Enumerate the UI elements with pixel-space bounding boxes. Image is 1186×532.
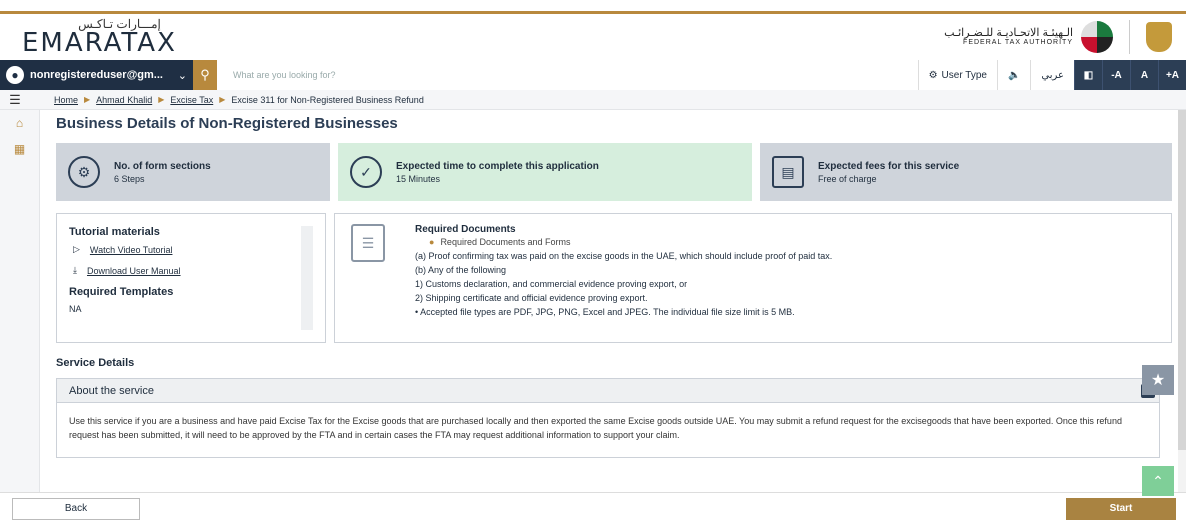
breadcrumb-home[interactable]: Home bbox=[54, 95, 78, 105]
form-sections-card: ⚙ No. of form sections 6 Steps bbox=[56, 143, 330, 201]
expected-time-card: ✓ Expected time to complete this applica… bbox=[338, 143, 752, 201]
scroll-top-icon[interactable]: ⌃ bbox=[1142, 466, 1174, 496]
divider bbox=[1129, 20, 1130, 54]
scrollbar-thumb[interactable] bbox=[1178, 110, 1186, 450]
expected-fees-value: Free of charge bbox=[818, 173, 877, 184]
start-button[interactable]: Start bbox=[1066, 497, 1176, 520]
user-type-label: User Type bbox=[941, 69, 987, 81]
top-navbar: ● nonregistereduser@gm... ⌄ ⚲ ⚙ User Typ… bbox=[0, 60, 1186, 90]
uae-emblem-icon bbox=[1146, 22, 1172, 52]
documents-bullet-text: Required Documents and Forms bbox=[440, 237, 571, 247]
about-service-accordion: About the service ⌄ Use this service if … bbox=[56, 378, 1160, 458]
gear-icon: ⚙ bbox=[928, 69, 938, 81]
breadcrumb-arrow-icon: ▶ bbox=[219, 95, 226, 104]
play-icon: ▷ bbox=[73, 244, 80, 254]
document-line: • Accepted file types are PDF, JPG, PNG,… bbox=[415, 307, 795, 317]
money-icon: ▤ bbox=[772, 156, 804, 188]
breadcrumb-current: Excise 311 for Non-Registered Business R… bbox=[231, 94, 424, 105]
document-line: (b) Any of the following bbox=[415, 265, 507, 275]
search-icon[interactable]: ⚲ bbox=[193, 60, 217, 90]
document-icon: ☰ bbox=[351, 224, 385, 262]
font-decrease-button[interactable]: -A bbox=[1102, 60, 1130, 90]
contrast-icon[interactable]: ◧ bbox=[1074, 60, 1102, 90]
fta-logo-icon bbox=[1081, 21, 1113, 53]
back-button[interactable]: Back bbox=[12, 497, 140, 520]
watch-video-link[interactable]: ▷ Watch Video Tutorial bbox=[69, 244, 313, 255]
download-manual-link[interactable]: ⤓ Download User Manual bbox=[69, 265, 313, 276]
hamburger-menu-icon[interactable]: ☰ bbox=[0, 92, 30, 108]
watch-video-text[interactable]: Watch Video Tutorial bbox=[90, 245, 173, 255]
download-manual-text[interactable]: Download User Manual bbox=[87, 266, 181, 276]
breadcrumb-bar: ☰ Home ▶ Ahmad Khalid ▶ Excise Tax ▶ Exc… bbox=[0, 90, 1186, 110]
download-icon: ⤓ bbox=[73, 265, 77, 275]
tutorial-panel: Tutorial materials ▷ Watch Video Tutoria… bbox=[56, 213, 326, 343]
logo-english-text: EMARATAX bbox=[22, 28, 177, 58]
font-increase-button[interactable]: +A bbox=[1158, 60, 1186, 90]
clock-icon: ✓ bbox=[350, 156, 382, 188]
tutorial-scrollbar[interactable] bbox=[301, 226, 313, 330]
service-summary: ⚙ No. of form sections 6 Steps ✓ Expecte… bbox=[56, 143, 1172, 201]
about-service-label: About the service bbox=[69, 384, 154, 397]
breadcrumb-arrow-icon: ▶ bbox=[158, 95, 165, 104]
home-icon[interactable]: ⌂ bbox=[16, 116, 23, 130]
about-service-text: Use this service if you are a business a… bbox=[69, 416, 1122, 440]
emaratax-logo[interactable]: إمـــارات تـاكـس EMARATAX bbox=[22, 18, 177, 56]
tutorial-heading: Tutorial materials bbox=[69, 226, 160, 238]
document-line: 2) Shipping certificate and official evi… bbox=[415, 293, 648, 303]
documents-bullet: ● Required Documents and Forms bbox=[429, 237, 571, 247]
templates-value: NA bbox=[69, 304, 82, 314]
user-email: nonregistereduser@gm... bbox=[30, 69, 163, 81]
search-input[interactable] bbox=[217, 60, 918, 90]
breadcrumb: Home ▶ Ahmad Khalid ▶ Excise Tax ▶ Excis… bbox=[30, 95, 424, 105]
breadcrumb-arrow-icon: ▶ bbox=[84, 95, 91, 104]
brand-header: إمـــارات تـاكـس EMARATAX الـهيئـة الاتح… bbox=[0, 14, 1186, 60]
documents-heading: Required Documents bbox=[415, 224, 516, 235]
fta-english-name: FEDERAL TAX AUTHORITY bbox=[963, 39, 1073, 47]
chevron-down-icon: ⌄ bbox=[177, 69, 187, 82]
breadcrumb-person[interactable]: Ahmad Khalid bbox=[96, 95, 152, 105]
service-details-heading: Service Details bbox=[56, 357, 135, 369]
gear-icon: ⚙ bbox=[68, 156, 100, 188]
expected-fees-label: Expected fees for this service bbox=[818, 160, 960, 172]
footer-actions: Back Start bbox=[0, 492, 1186, 520]
fta-branding: الـهيئـة الاتحـاديـة للـضـرائـب FEDERAL … bbox=[944, 20, 1172, 54]
expected-time-label: Expected time to complete this applicati… bbox=[396, 160, 599, 172]
language-button[interactable]: عربي bbox=[1030, 60, 1074, 90]
templates-heading: Required Templates bbox=[69, 286, 174, 298]
form-sections-value: 6 Steps bbox=[114, 173, 145, 184]
document-line: 1) Customs declaration, and commercial e… bbox=[415, 279, 688, 289]
document-line: (a) Proof confirming tax was paid on the… bbox=[415, 251, 833, 261]
favorite-star-icon[interactable]: ★ bbox=[1142, 365, 1174, 395]
side-nav: ⌂ ▦ bbox=[0, 110, 40, 492]
top-accent-line bbox=[0, 0, 1186, 14]
user-avatar-icon: ● bbox=[6, 66, 24, 84]
user-menu[interactable]: ● nonregistereduser@gm... ⌄ bbox=[0, 60, 193, 90]
required-documents-panel: ☰ Required Documents ● Required Documents… bbox=[334, 213, 1172, 343]
page-scrollbar[interactable] bbox=[1178, 110, 1186, 492]
expected-fees-card: ▤ Expected fees for this service Free of… bbox=[760, 143, 1172, 201]
grid-icon[interactable]: ▦ bbox=[14, 142, 25, 156]
font-normal-button[interactable]: A bbox=[1130, 60, 1158, 90]
user-type-button[interactable]: ⚙ User Type bbox=[917, 60, 997, 90]
about-service-header[interactable]: About the service ⌄ bbox=[57, 379, 1159, 403]
main-content: Business Details of Non-Registered Busin… bbox=[40, 110, 1186, 496]
speaker-icon[interactable]: 🔈 bbox=[996, 60, 1031, 90]
expected-time-value: 15 Minutes bbox=[396, 173, 441, 184]
fta-arabic-name: الـهيئـة الاتحـاديـة للـضـرائـب bbox=[944, 27, 1073, 40]
page-title: Business Details of Non-Registered Busin… bbox=[56, 115, 398, 132]
form-sections-label: No. of form sections bbox=[114, 160, 211, 172]
breadcrumb-excise-tax[interactable]: Excise Tax bbox=[170, 95, 213, 105]
